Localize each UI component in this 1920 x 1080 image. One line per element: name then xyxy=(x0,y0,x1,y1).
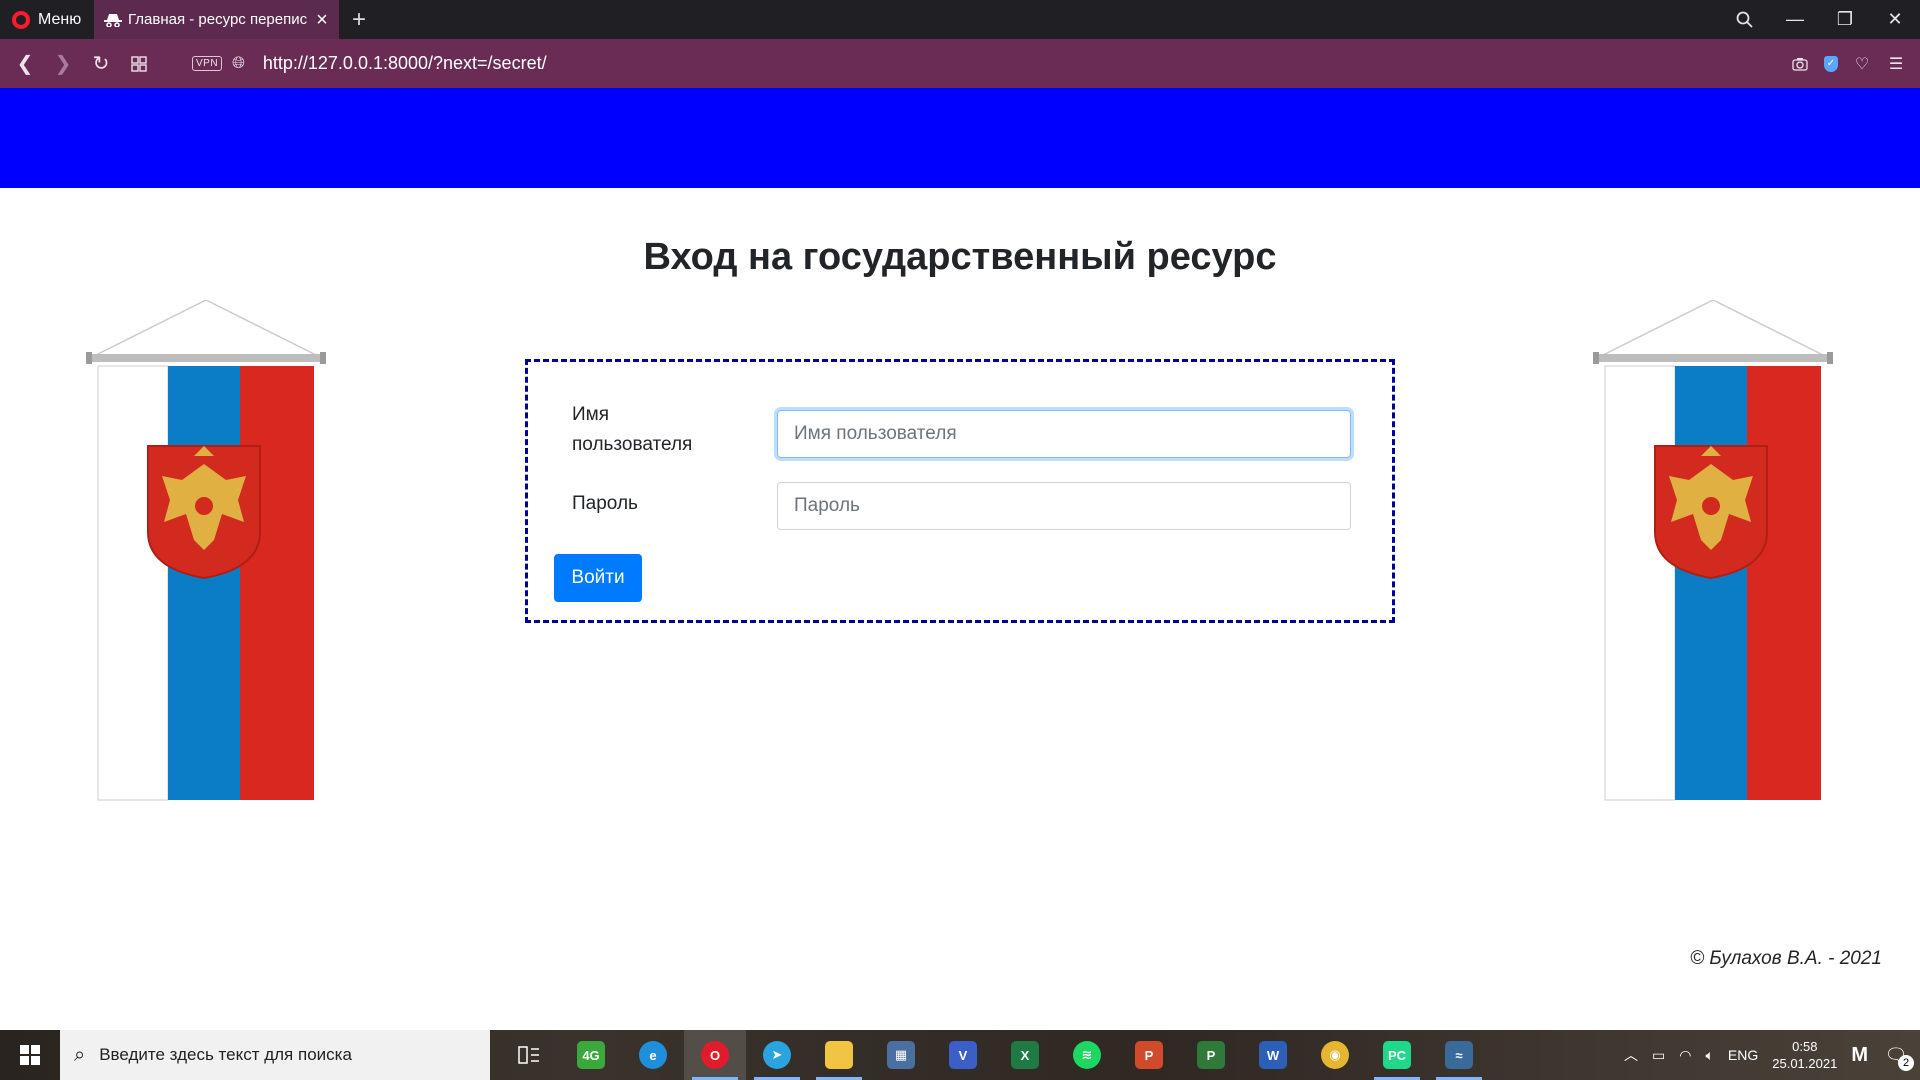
tab-close-icon[interactable]: × xyxy=(313,10,331,30)
taskbar-app-visio[interactable]: V xyxy=(932,1030,994,1080)
taskbar-app-file-explorer[interactable] xyxy=(808,1030,870,1080)
project-icon: P xyxy=(1197,1041,1225,1069)
taskbar-search-box[interactable]: ⌕ Введите здесь текст для поиска xyxy=(60,1030,490,1080)
search-tabs-icon[interactable] xyxy=(1720,0,1770,39)
taskbar-app-4g-modem[interactable]: 4G xyxy=(560,1030,622,1080)
address-bar: ❮ ❯ ↻ VPN 🌐︎ http://127.0.0.1:8000/?next… xyxy=(0,39,1920,88)
close-window-icon[interactable]: ✕ xyxy=(1870,0,1920,39)
taskbar-app-spotify[interactable]: ≋ xyxy=(1056,1030,1118,1080)
tray-chevron-up-icon[interactable]: ︿ xyxy=(1624,1045,1638,1065)
powerpoint-icon: P xyxy=(1135,1041,1163,1069)
username-label: Имя пользователя xyxy=(572,404,693,455)
opera-menu-button[interactable]: Меню xyxy=(0,0,94,39)
system-tray: ︿ ▭ ◠ 🔈︎ ENG 0:58 25.01.2021 M 🗨︎ 2 xyxy=(1624,1038,1920,1072)
telegram-icon: ➤ xyxy=(763,1041,791,1069)
login-submit-button[interactable]: Войти xyxy=(554,554,642,602)
taskbar-app-mysql-workbench[interactable]: ≈ xyxy=(1428,1030,1490,1080)
window-controls: — ❐ ✕ xyxy=(1720,0,1920,39)
browser-title-bar: Меню Главная - ресурс перепис × + — ❐ ✕ xyxy=(0,0,1920,39)
taskbar-app-project[interactable]: P xyxy=(1180,1030,1242,1080)
taskbar-search-placeholder: Введите здесь текст для поиска xyxy=(99,1045,352,1064)
back-icon[interactable]: ❮ xyxy=(6,39,44,88)
excel-icon: X xyxy=(1011,1041,1039,1069)
action-center-button[interactable]: 🗨︎ 2 xyxy=(1882,1042,1914,1071)
incognito-hat-icon xyxy=(104,13,122,27)
taskbar-clock[interactable]: 0:58 25.01.2021 xyxy=(1772,1038,1837,1072)
tab-active[interactable]: Главная - ресурс перепис × xyxy=(94,0,339,39)
opera-logo-icon xyxy=(12,10,30,29)
edge-icon: e xyxy=(639,1041,667,1069)
minimize-icon[interactable]: — xyxy=(1770,0,1820,39)
taskbar-app-calculator[interactable]: ▦ xyxy=(870,1030,932,1080)
task-view-icon xyxy=(515,1041,543,1069)
russian-flag-banner-left xyxy=(86,300,326,801)
taskbar-pinned-apps: 4G e O ➤ ▦ V X ≋ P P W ◉ PC ≈ xyxy=(498,1030,1490,1080)
opera-icon: O xyxy=(701,1041,729,1069)
search-icon: ⌕ xyxy=(74,1043,86,1066)
password-label: Пароль xyxy=(572,493,638,514)
4g-modem-icon: 4G xyxy=(577,1041,605,1069)
username-input[interactable] xyxy=(777,410,1351,458)
menu-label: Меню xyxy=(38,10,82,28)
chrome-icon: ◉ xyxy=(1321,1041,1349,1069)
footer-copyright: © Булахов В.А. - 2021 xyxy=(1690,948,1882,969)
volume-icon[interactable]: 🔈︎ xyxy=(1706,1047,1714,1064)
taskbar-app-edge[interactable]: e xyxy=(622,1030,684,1080)
adblock-shield-icon[interactable]: ✓ xyxy=(1824,55,1838,72)
clock-date: 25.01.2021 xyxy=(1772,1056,1838,1071)
web-page: Вход на государственный ресурс Имя польз… xyxy=(0,88,1920,1030)
password-input[interactable] xyxy=(777,482,1351,530)
language-indicator[interactable]: ENG xyxy=(1728,1047,1758,1063)
word-icon: W xyxy=(1259,1041,1287,1069)
calculator-icon: ▦ xyxy=(887,1041,915,1069)
visio-icon: V xyxy=(949,1041,977,1069)
speed-dial-icon[interactable] xyxy=(120,39,158,88)
taskbar-app-telegram[interactable]: ➤ xyxy=(746,1030,808,1080)
meet-now-icon[interactable]: M xyxy=(1851,1044,1868,1067)
windows-logo-icon xyxy=(20,1045,40,1065)
file-explorer-icon xyxy=(825,1041,853,1069)
taskbar-app-excel[interactable]: X xyxy=(994,1030,1056,1080)
pycharm-icon: PC xyxy=(1383,1041,1411,1069)
windows-start-button[interactable] xyxy=(0,1030,60,1080)
clock-time: 0:58 xyxy=(1792,1039,1818,1054)
taskbar-app-pycharm[interactable]: PC xyxy=(1366,1030,1428,1080)
taskbar-app-word[interactable]: W xyxy=(1242,1030,1304,1080)
restore-icon[interactable]: ❐ xyxy=(1820,0,1870,39)
globe-icon[interactable]: 🌐︎ xyxy=(232,55,245,73)
login-form: Имя пользователя Пароль Войти xyxy=(525,359,1395,623)
spotify-icon: ≋ xyxy=(1073,1041,1101,1069)
taskbar-app-powerpoint[interactable]: P xyxy=(1118,1030,1180,1080)
notification-count: 2 xyxy=(1898,1055,1914,1071)
bookmark-heart-icon[interactable]: ♡ xyxy=(1852,54,1872,74)
wifi-icon[interactable]: ◠ xyxy=(1679,1047,1691,1064)
taskbar-app-opera[interactable]: O xyxy=(684,1030,746,1080)
easy-setup-icon[interactable]: ☰ xyxy=(1886,54,1906,74)
vpn-badge[interactable]: VPN xyxy=(192,56,223,71)
forward-icon[interactable]: ❯ xyxy=(44,39,82,88)
reload-icon[interactable]: ↻ xyxy=(82,39,120,88)
page-title: Вход на государственный ресурс xyxy=(643,236,1277,278)
address-bar-actions: ✓ ♡ ☰ xyxy=(1790,54,1920,74)
page-header-bar xyxy=(0,88,1920,188)
battery-icon[interactable]: ▭ xyxy=(1652,1047,1665,1064)
new-tab-button[interactable]: + xyxy=(339,0,379,39)
tab-title: Главная - ресурс перепис xyxy=(128,11,307,28)
windows-taskbar: ⌕ Введите здесь текст для поиска 4G e O ➤ ▦ V… xyxy=(0,1030,1920,1080)
snapshot-camera-icon[interactable] xyxy=(1790,54,1810,74)
url-field[interactable]: http://127.0.0.1:8000/?next=/secret/ xyxy=(263,53,547,74)
mysql-workbench-icon: ≈ xyxy=(1445,1041,1473,1069)
taskbar-app-chrome[interactable]: ◉ xyxy=(1304,1030,1366,1080)
taskbar-app-task-view[interactable] xyxy=(498,1030,560,1080)
russian-flag-banner-right xyxy=(1593,300,1833,801)
